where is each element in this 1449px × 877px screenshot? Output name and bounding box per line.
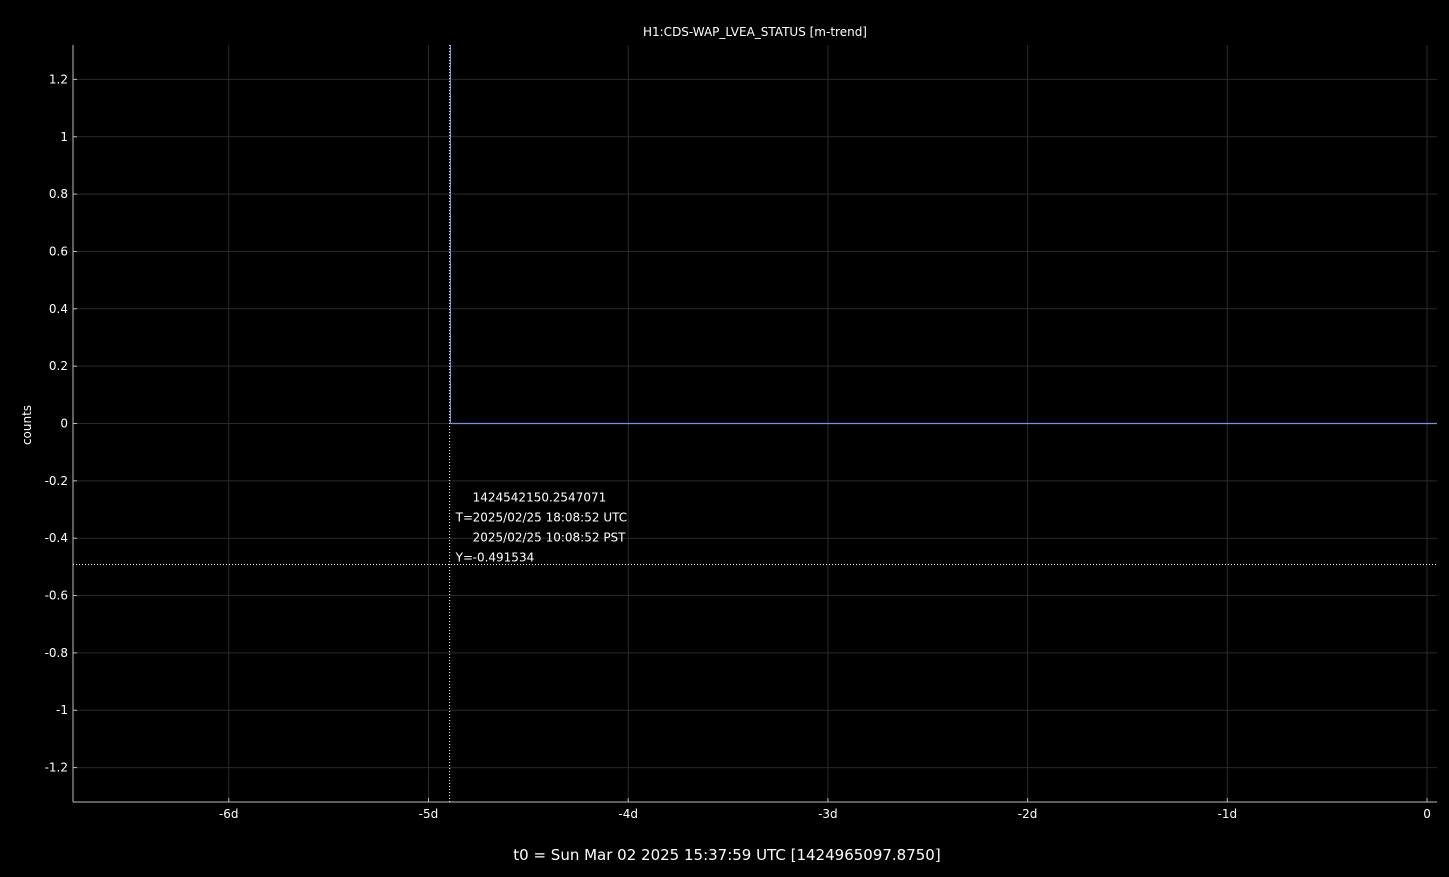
y-tick-label: -0.2 bbox=[45, 474, 68, 488]
cursor-readout-prefix: Y= bbox=[455, 550, 473, 564]
cursor-readout-line: 2025/02/25 10:08:52 PST bbox=[473, 530, 627, 544]
x-tick-label: -4d bbox=[618, 807, 638, 821]
y-axis-ticks: -1.2 -1 -0.8 -0.6 -0.4 -0.2 0 0.2 0.4 0.6 0.8 1 1.2 bbox=[45, 72, 68, 774]
chart-svg: H1:CDS-WAP_LVEA_STATUS [m-trend] -6d -5d -… bbox=[20, 25, 1437, 864]
series-line bbox=[449, 45, 1437, 425]
y-tick-label: 0.6 bbox=[49, 244, 68, 258]
x-tick-label: -3d bbox=[818, 807, 838, 821]
y-tick-label: -1 bbox=[56, 703, 68, 717]
y-tick-label: 1 bbox=[60, 130, 68, 144]
cursor-readout-line: 1424542150.2547071 bbox=[473, 490, 607, 504]
x-tick-label: -5d bbox=[419, 807, 439, 821]
x-axis-label: t0 = Sun Mar 02 2025 15:37:59 UTC [14249… bbox=[513, 846, 940, 864]
cursor-readout-prefix: T= bbox=[455, 510, 473, 524]
cursor-readout-line: -0.491534 bbox=[473, 550, 535, 564]
chart-title: H1:CDS-WAP_LVEA_STATUS [m-trend] bbox=[643, 25, 867, 39]
y-tick-label: -1.2 bbox=[45, 761, 68, 775]
x-tick-label: -6d bbox=[219, 807, 239, 821]
y-tick-label: -0.8 bbox=[45, 646, 68, 660]
y-tick-label: 0.8 bbox=[49, 187, 68, 201]
y-tick-label: -0.4 bbox=[45, 531, 68, 545]
y-tick-label: 0.4 bbox=[49, 302, 68, 316]
x-tick-label: -1d bbox=[1218, 807, 1238, 821]
cursor-readout-line: 2025/02/25 18:08:52 UTC bbox=[473, 510, 627, 524]
y-tick-label: 0.2 bbox=[49, 359, 68, 373]
x-tick-label: -2d bbox=[1018, 807, 1038, 821]
x-tick-label: 0 bbox=[1423, 807, 1431, 821]
y-axis-label: counts bbox=[20, 405, 34, 445]
series bbox=[449, 45, 1437, 425]
y-tick-label: 0 bbox=[60, 417, 68, 431]
x-axis-ticks: -6d -5d -4d -3d -2d -1d 0 bbox=[219, 807, 1431, 821]
y-tick-label: 1.2 bbox=[49, 72, 68, 86]
y-tick-label: -0.6 bbox=[45, 589, 68, 603]
